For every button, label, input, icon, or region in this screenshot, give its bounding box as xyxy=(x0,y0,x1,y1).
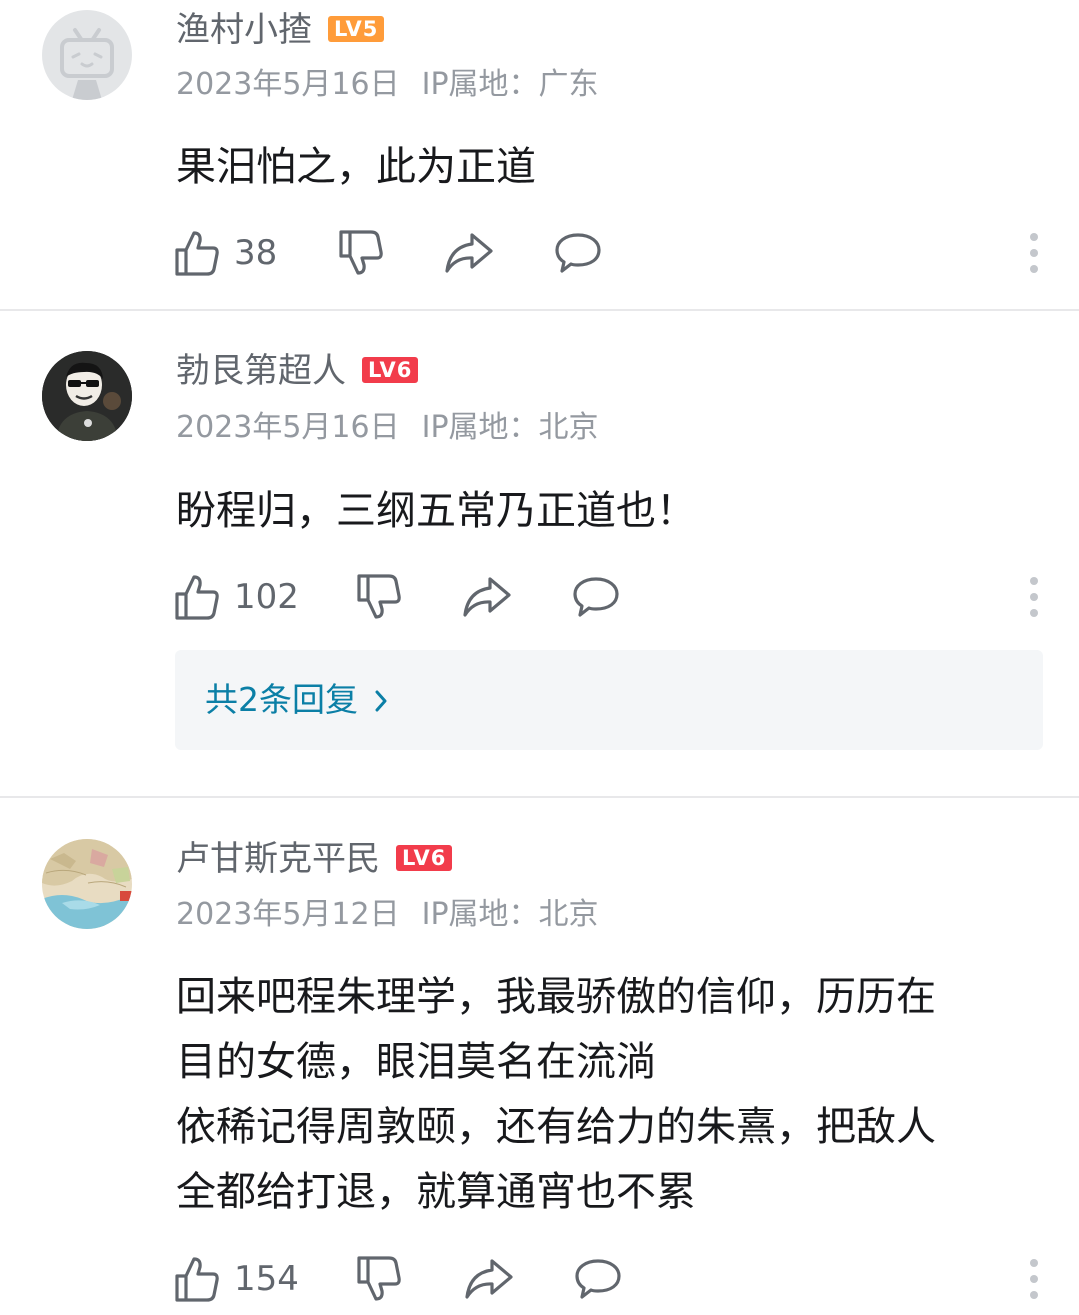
share-icon xyxy=(465,1259,513,1299)
share-button[interactable] xyxy=(464,1254,514,1304)
username[interactable]: 勃艮第超人 LV6 xyxy=(176,351,419,391)
reply-icon xyxy=(555,233,601,273)
thumbs-down-icon xyxy=(339,230,383,275)
ip-location: IP属地：北京 xyxy=(421,897,599,932)
comment-content[interactable]: 回来吧程朱理学，我最骄傲的信仰，历历在 目的女德，眼泪莫名在流淌 依稀记得周敦颐… xyxy=(176,965,1036,1225)
share-button[interactable] xyxy=(462,572,512,622)
divider xyxy=(0,309,1079,311)
more-vertical-icon[interactable] xyxy=(1024,1258,1044,1300)
view-replies-link[interactable]: 共2条回复 xyxy=(205,678,388,724)
comment-content[interactable]: 果汨怕之，此为正道 xyxy=(176,135,1036,200)
comment-actions: 154 xyxy=(174,1254,1044,1304)
divider xyxy=(0,796,1079,798)
avatar[interactable] xyxy=(42,839,132,929)
comment-date: 2023年5月16日 xyxy=(176,67,400,102)
dislike-button[interactable] xyxy=(356,1254,402,1304)
share-icon xyxy=(445,233,493,273)
share-icon xyxy=(463,577,511,617)
comment-content[interactable]: 盼程归，三纲五常乃正道也！ xyxy=(176,479,1036,544)
dislike-button[interactable] xyxy=(356,572,402,622)
comment-text-line: 全都给打退，就算通宵也不累 xyxy=(176,1169,696,1215)
comment-text-line: 回来吧程朱理学，我最骄傲的信仰，历历在 xyxy=(176,974,936,1020)
map-avatar-icon xyxy=(42,839,132,929)
level-badge: LV6 xyxy=(396,844,453,871)
level-badge: LV5 xyxy=(328,15,385,42)
ip-location: IP属地：北京 xyxy=(421,410,599,445)
comment-meta: 2023年5月16日 IP属地：广东 xyxy=(176,67,599,103)
thumbs-down-icon xyxy=(357,574,401,619)
avatar[interactable] xyxy=(42,10,132,100)
comment-meta: 2023年5月12日 IP属地：北京 xyxy=(176,897,599,933)
thumbs-up-icon xyxy=(175,231,219,276)
reply-icon xyxy=(575,1259,621,1299)
comment-date: 2023年5月12日 xyxy=(176,897,400,932)
more-vertical-icon[interactable] xyxy=(1024,232,1044,274)
more-vertical-icon[interactable] xyxy=(1024,576,1044,618)
comment-text-line: 依稀记得周敦颐，还有给力的朱熹，把敌人 xyxy=(176,1104,936,1150)
ip-location: IP属地：广东 xyxy=(421,67,599,102)
comment-actions: 102 xyxy=(174,572,1044,622)
like-count: 102 xyxy=(234,577,299,617)
like-button[interactable]: 154 xyxy=(174,1254,299,1304)
reply-icon xyxy=(573,577,619,617)
dislike-button[interactable] xyxy=(338,228,384,278)
comment-date: 2023年5月16日 xyxy=(176,410,400,445)
username-text[interactable]: 卢甘斯克平民 xyxy=(176,839,380,879)
thumbs-down-icon xyxy=(357,1256,401,1301)
reply-button[interactable] xyxy=(574,1254,622,1304)
comment-meta: 2023年5月16日 IP属地：北京 xyxy=(176,410,599,446)
chevron-right-icon xyxy=(375,690,387,711)
username[interactable]: 卢甘斯克平民 LV6 xyxy=(176,839,453,879)
reply-button[interactable] xyxy=(554,228,602,278)
bilibili-tv-avatar-icon xyxy=(42,10,132,100)
username[interactable]: 渔村小揸 LV5 xyxy=(176,10,385,50)
comment-actions: 38 xyxy=(174,228,1044,278)
comment-text-line: 目的女德，眼泪莫名在流淌 xyxy=(176,1039,656,1085)
reply-button[interactable] xyxy=(572,572,620,622)
comment-text-line: 果汨怕之，此为正道 xyxy=(176,144,536,190)
level-badge: LV6 xyxy=(362,356,419,383)
share-button[interactable] xyxy=(444,228,494,278)
avatar[interactable] xyxy=(42,351,132,441)
replies-box[interactable]: 共2条回复 xyxy=(175,650,1043,750)
comment-text-line: 盼程归，三纲五常乃正道也！ xyxy=(176,488,696,534)
username-text[interactable]: 渔村小揸 xyxy=(176,10,312,50)
like-count: 154 xyxy=(234,1259,299,1299)
thumbs-up-icon xyxy=(175,575,219,620)
like-button[interactable]: 38 xyxy=(174,228,277,278)
like-button[interactable]: 102 xyxy=(174,572,299,622)
sunglasses-man-avatar-icon xyxy=(42,351,132,441)
username-text[interactable]: 勃艮第超人 xyxy=(176,351,346,391)
view-replies-text[interactable]: 共2条回复 xyxy=(205,680,358,719)
like-count: 38 xyxy=(234,233,278,273)
thumbs-up-icon xyxy=(175,1257,219,1302)
